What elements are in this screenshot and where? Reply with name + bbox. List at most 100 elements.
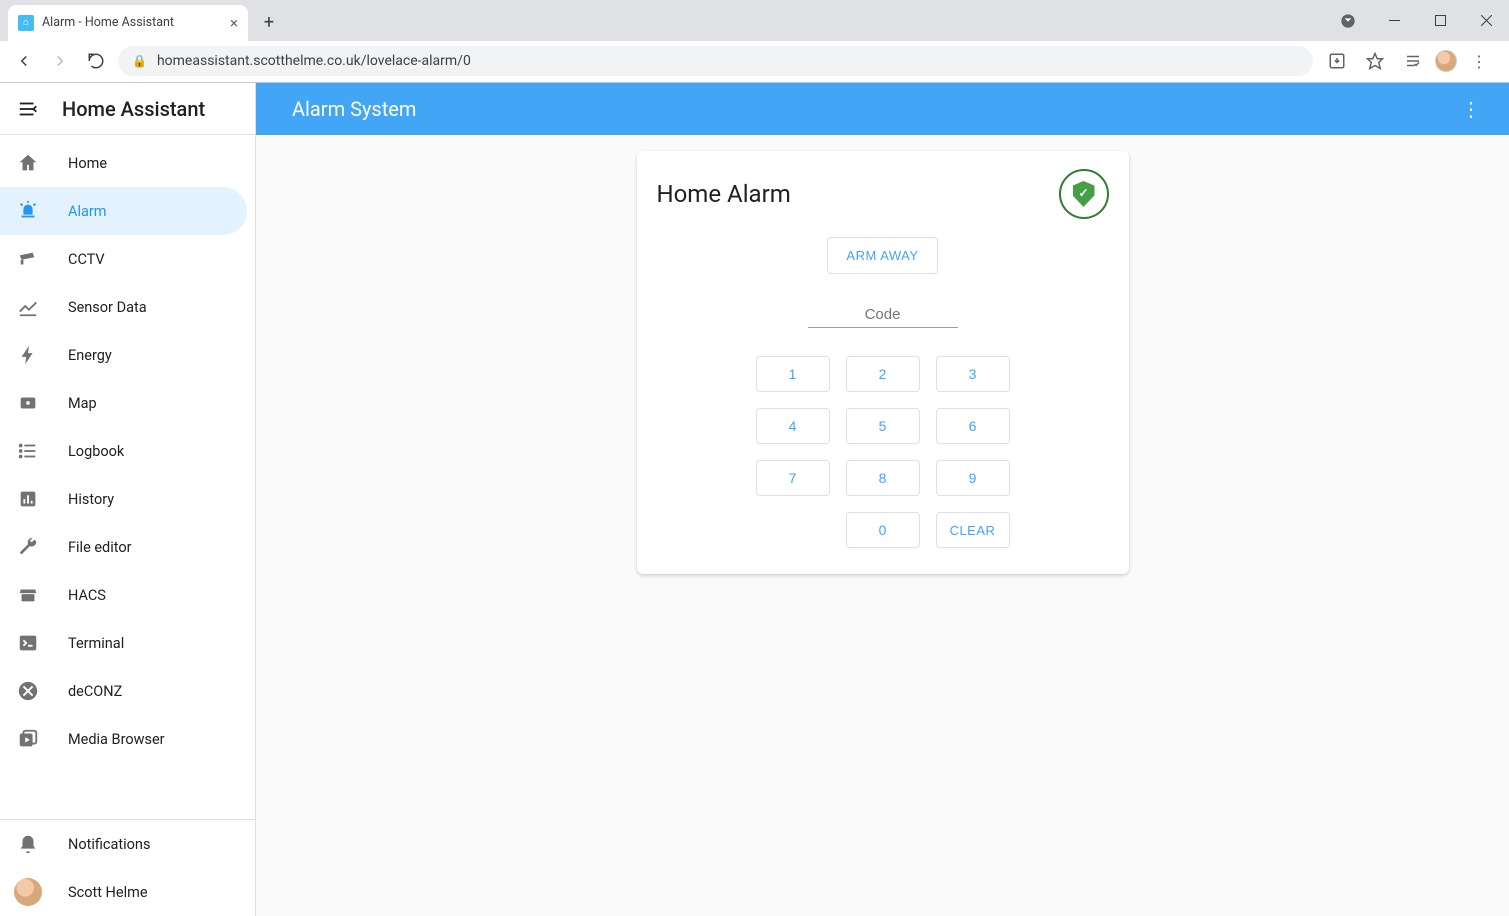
keypad-clear[interactable]: CLEAR [936,512,1010,548]
content-area: Home Alarm ✓ ARM AWAY 1 2 3 4 5 [256,135,1509,916]
nav-item-sensor-data[interactable]: Sensor Data [0,283,247,331]
reading-list-icon[interactable] [1397,45,1429,77]
close-tab-icon[interactable]: × [230,14,238,32]
window-controls [1325,0,1509,41]
nav-label: HACS [68,587,106,604]
map-icon [16,391,40,415]
nav-item-deconz[interactable]: deCONZ [0,667,247,715]
deconz-icon [16,679,40,703]
sidebar-header: Home Assistant [0,83,255,135]
nav-label: Map [68,395,97,412]
shield-icon: ✓ [1073,181,1095,207]
bookmark-icon[interactable] [1359,45,1391,77]
nav-label: Energy [68,347,112,364]
wrench-icon [16,535,40,559]
card-title: Home Alarm [657,180,791,208]
keypad-8[interactable]: 8 [846,460,920,496]
keypad-1[interactable]: 1 [756,356,830,392]
url-input[interactable]: 🔒 homeassistant.scotthelme.co.uk/lovelac… [118,46,1313,76]
url-text: homeassistant.scotthelme.co.uk/lovelace-… [157,53,471,69]
bell-icon [16,832,40,856]
nav-item-media-browser[interactable]: Media Browser [0,715,247,763]
address-bar: 🔒 homeassistant.scotthelme.co.uk/lovelac… [0,41,1509,83]
chart-icon [16,295,40,319]
nav-item-hacs[interactable]: HACS [0,571,247,619]
alarm-card: Home Alarm ✓ ARM AWAY 1 2 3 4 5 [637,151,1129,574]
menu-toggle-icon[interactable] [16,97,40,121]
reload-button[interactable] [82,47,110,75]
nav-label: deCONZ [68,683,122,700]
alarm-light-icon [16,199,40,223]
back-button[interactable] [10,47,38,75]
code-input[interactable] [808,302,958,328]
arm-away-button[interactable]: ARM AWAY [827,237,937,274]
store-icon [16,583,40,607]
alarm-status-icon: ✓ [1059,169,1109,219]
nav-label: Media Browser [68,731,165,748]
keypad: 1 2 3 4 5 6 7 8 9 0 CLEAR [657,356,1109,548]
main-content: Alarm System ⋮ Home Alarm ✓ ARM AWAY 1 [256,83,1509,916]
page-title: Alarm System [276,97,416,121]
minimize-button[interactable] [1371,5,1417,37]
list-icon [16,439,40,463]
nav-label: History [68,491,114,508]
nav-item-logbook[interactable]: Logbook [0,427,247,475]
keypad-0[interactable]: 0 [846,512,920,548]
keypad-9[interactable]: 9 [936,460,1010,496]
sidebar-bottom: Notifications Scott Helme [0,819,255,916]
nav-label: File editor [68,539,132,556]
keypad-6[interactable]: 6 [936,408,1010,444]
nav-item-terminal[interactable]: Terminal [0,619,247,667]
nav-label: Logbook [68,443,124,460]
profile-avatar-icon[interactable] [1435,50,1457,72]
lock-icon: 🔒 [132,54,147,68]
new-tab-button[interactable]: + [254,8,284,38]
home-icon [16,151,40,175]
nav-item-alarm[interactable]: Alarm [0,187,247,235]
nav-item-history[interactable]: History [0,475,247,523]
media-icon [16,727,40,751]
nav-item-user[interactable]: Scott Helme [0,868,255,916]
install-app-icon[interactable] [1321,45,1353,77]
bar-chart-icon [16,487,40,511]
bolt-icon [16,343,40,367]
tab-strip: ⌂ Alarm - Home Assistant × + [0,0,1509,41]
nav-item-energy[interactable]: Energy [0,331,247,379]
app: Home Assistant Home Alarm CCTV Sensor Da… [0,83,1509,916]
topbar-menu-icon[interactable]: ⋮ [1453,91,1489,127]
keypad-3[interactable]: 3 [936,356,1010,392]
nav-label: Sensor Data [68,299,147,316]
favicon-icon: ⌂ [18,15,34,31]
nav-label: CCTV [68,251,105,268]
nav-item-notifications[interactable]: Notifications [0,820,255,868]
sidebar-nav[interactable]: Home Alarm CCTV Sensor Data Energy Map [0,135,255,819]
tab-title: Alarm - Home Assistant [42,15,174,30]
keypad-2[interactable]: 2 [846,356,920,392]
maximize-button[interactable] [1417,5,1463,37]
topbar: Alarm System ⋮ [256,83,1509,135]
user-avatar-icon [14,878,42,906]
keypad-5[interactable]: 5 [846,408,920,444]
nav-item-cctv[interactable]: CCTV [0,235,247,283]
browser-tab[interactable]: ⌂ Alarm - Home Assistant × [8,5,248,41]
sidebar: Home Assistant Home Alarm CCTV Sensor Da… [0,83,256,916]
nav-item-file-editor[interactable]: File editor [0,523,247,571]
nav-label: Home [68,155,107,172]
nav-label: Terminal [68,635,124,652]
nav-label: Notifications [68,836,150,853]
nav-item-map[interactable]: Map [0,379,247,427]
chrome-account-icon[interactable] [1325,5,1371,37]
close-window-button[interactable] [1463,5,1509,37]
nav-label: Alarm [68,203,107,220]
keypad-4[interactable]: 4 [756,408,830,444]
nav-item-home[interactable]: Home [0,139,247,187]
cctv-icon [16,247,40,271]
keypad-empty [756,512,830,548]
card-header: Home Alarm ✓ [657,169,1109,219]
browser-menu-icon[interactable]: ⋮ [1463,45,1495,77]
keypad-7[interactable]: 7 [756,460,830,496]
browser-chrome: ⌂ Alarm - Home Assistant × + 🔒 homeassis… [0,0,1509,83]
sidebar-title: Home Assistant [62,97,239,121]
terminal-icon [16,631,40,655]
forward-button[interactable] [46,47,74,75]
